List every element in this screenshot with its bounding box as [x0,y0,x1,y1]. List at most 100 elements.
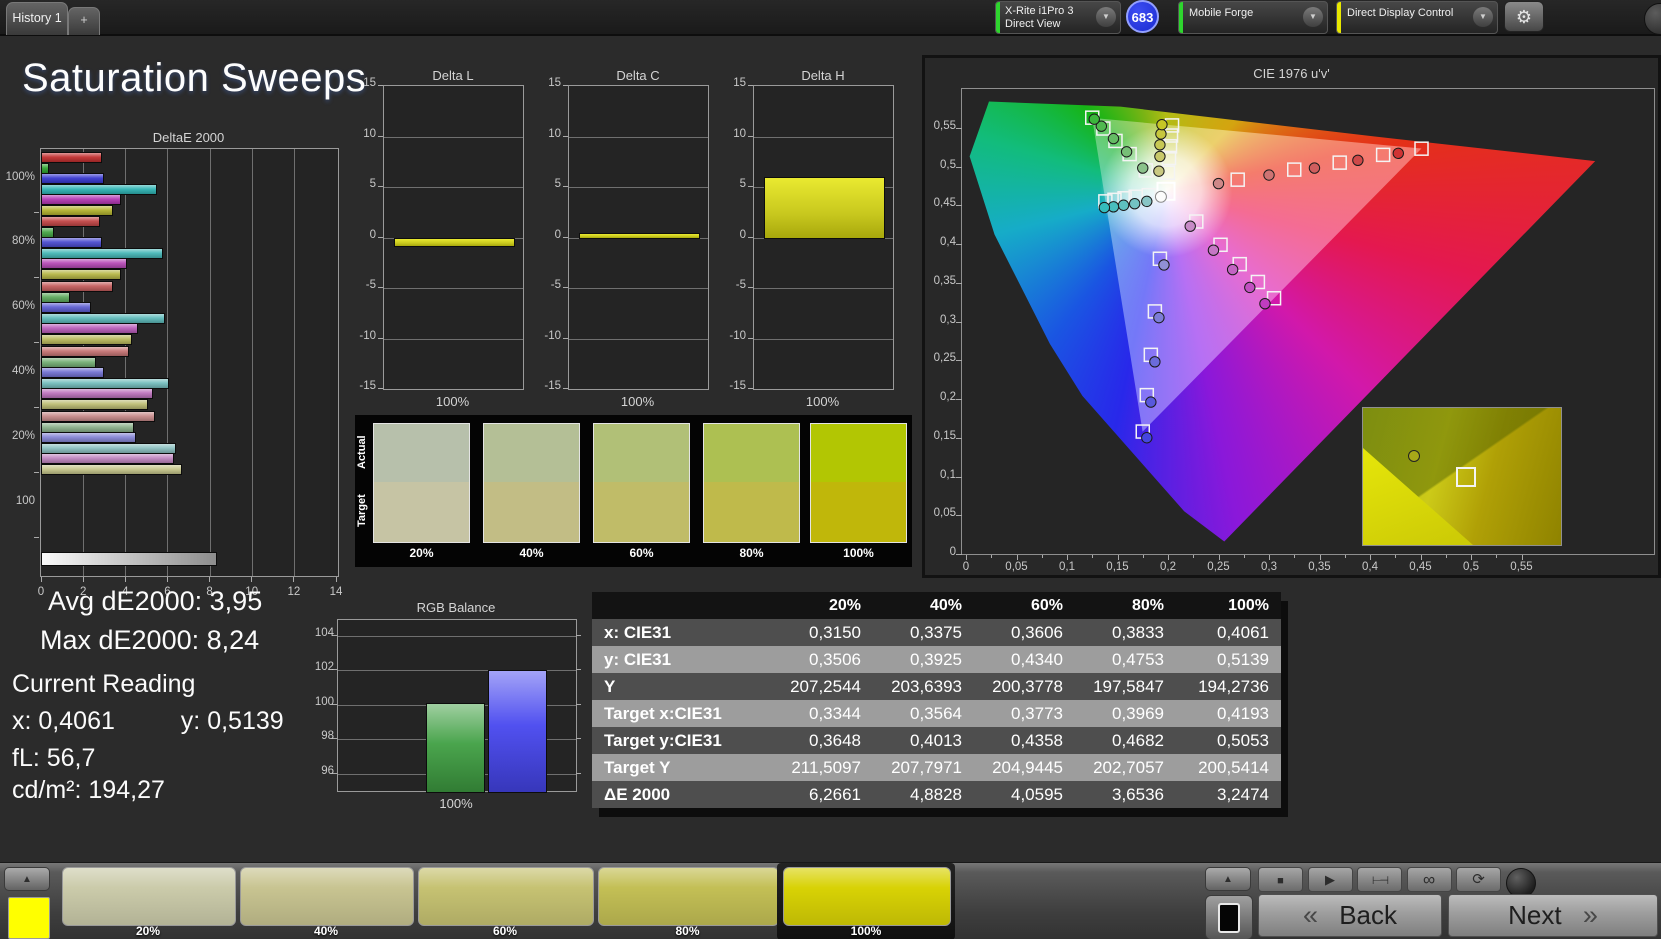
delta-bar [394,237,515,247]
meter-dropdown[interactable]: X-Rite i1Pro 3 Direct View ▼ [995,1,1121,34]
grid-line [167,149,169,576]
gear-icon: ⚙ [1515,7,1533,27]
table-cell: 6,2661 [809,785,861,804]
axis-dash [34,211,39,213]
axis-tick [1117,555,1119,560]
target-marker-red [1287,162,1302,177]
inset-bright-region [1363,448,1473,545]
new-tab-button[interactable]: + [68,7,100,35]
measured-marker-green [1088,113,1100,125]
de-bar-magenta [41,453,174,464]
chart-title: DeltaE 2000 [152,130,225,145]
de-bar-blue [41,237,102,248]
table-cell: 0,5053 [1217,731,1269,750]
y-tick-label: 15 [548,77,561,89]
column-header: 40% [873,592,974,619]
row-label-target: Target [356,494,368,528]
axis-dash [34,276,39,278]
axis-tick [124,577,126,582]
group-label: 80% [11,235,35,247]
delta-h-chart: Delta H 15 10 5 0 -5 -10 -15 100% [729,62,910,412]
de-bar-green [41,356,96,368]
plot-area [383,85,524,390]
axis-dash [378,85,383,86]
chart-title: Delta C [616,68,660,83]
table-cell: 197,5847 [1093,677,1164,696]
cie-diagram-panel: CIE 1976 u'v' 0 0,05 0,1 0,15 0,2 0,25 0,3 0,35… [922,55,1661,578]
axis-tick [1319,555,1321,560]
measured-marker-cyan [1098,201,1111,214]
axis-tick [1395,555,1397,558]
table-cell: 0,3648 [809,731,861,750]
grid-line [754,338,893,340]
de-bar-yellow [41,333,132,345]
measured-marker-yellow [1153,165,1165,177]
measured-marker-yellow [1155,128,1167,140]
plot-area [753,85,894,390]
measured-marker-magenta [1226,263,1239,276]
axis-dash [576,738,581,740]
y-tick-label: 15 [733,77,746,89]
actual-color [594,424,689,482]
x-axis-label: 100% [805,394,840,409]
column-header: 20% [772,592,873,619]
results-table: 20% 40% 60% 80% 100% x: CIE31 0,3150 0,3375 0,36… [592,592,1281,808]
inset-target-marker [1455,467,1476,488]
next-button[interactable]: Next » [1448,894,1658,937]
y-tick-label: 0,05 [933,507,956,520]
partial-edge-button[interactable] [1644,3,1661,35]
table-cell: 0,3773 [1011,704,1063,723]
grid-line [569,136,708,138]
table-cell: 203,6393 [891,677,962,696]
source-status-bar [1179,2,1183,33]
play-button[interactable]: ▶ [1307,867,1353,892]
axis-dash [34,341,39,343]
tab-label: History 1 [12,11,62,25]
stop-button[interactable]: ■ [1258,867,1303,892]
compare-label: 40% [519,546,544,560]
calman-window: History 1 + X-Rite i1Pro 3 Direct View ▼… [0,0,1661,939]
measured-marker-red [1392,147,1404,160]
y-tick-label: 10 [733,127,746,140]
de-bar-red [41,281,113,292]
avg-de2000: Avg dE2000: 3,95 [48,586,263,616]
x-tick-label: 14 [329,586,343,598]
compare-label: 100% [843,546,874,560]
x-tick-label: 12 [287,586,301,598]
measured-marker-blue [1158,259,1170,271]
axis-tick [251,577,253,582]
target-marker-red [1230,172,1245,187]
group-label: 40% [11,365,35,377]
refresh-button[interactable]: ⟳ [1456,867,1501,892]
chart-title: Delta H [801,68,845,83]
grid-line [754,288,893,289]
interval-button[interactable]: ⊢⊣ [1357,867,1402,892]
y-tick-label: -15 [729,380,746,392]
delta-bar [579,233,700,240]
column-header: 80% [1075,592,1176,619]
row-label: y: CIE31 [604,650,672,669]
table-cell: 0,4061 [1217,623,1269,642]
loop-button[interactable]: ∞ [1406,867,1452,892]
control-dropdown[interactable]: Direct Display Control ▼ [1336,1,1498,34]
axis-tick [166,577,168,582]
x-tick-label: 0,3 [1261,561,1277,573]
back-button[interactable]: « Back [1258,894,1442,937]
de-bar-green [41,226,54,238]
table-cell: 0,4682 [1112,731,1164,750]
axis-dash [378,236,383,238]
axis-dash [748,337,753,339]
y-tick-label: -10 [544,329,561,342]
y-tick-label: 0 [369,228,376,241]
table-cell: 0,3925 [910,650,962,669]
current-fl: fL: 56,7 [12,744,96,772]
measured-marker-yellow [1156,118,1168,131]
grid-line [569,288,708,289]
chevron-down-icon: ▼ [1473,7,1493,27]
settings-button[interactable]: ⚙ [1504,1,1544,32]
source-dropdown[interactable]: Mobile Forge ▼ [1178,1,1328,34]
tab-history-1[interactable]: History 1 [6,2,68,35]
measured-marker-magenta [1207,244,1220,256]
axis-tick [1521,555,1523,560]
table-cell: 207,7971 [891,758,962,777]
